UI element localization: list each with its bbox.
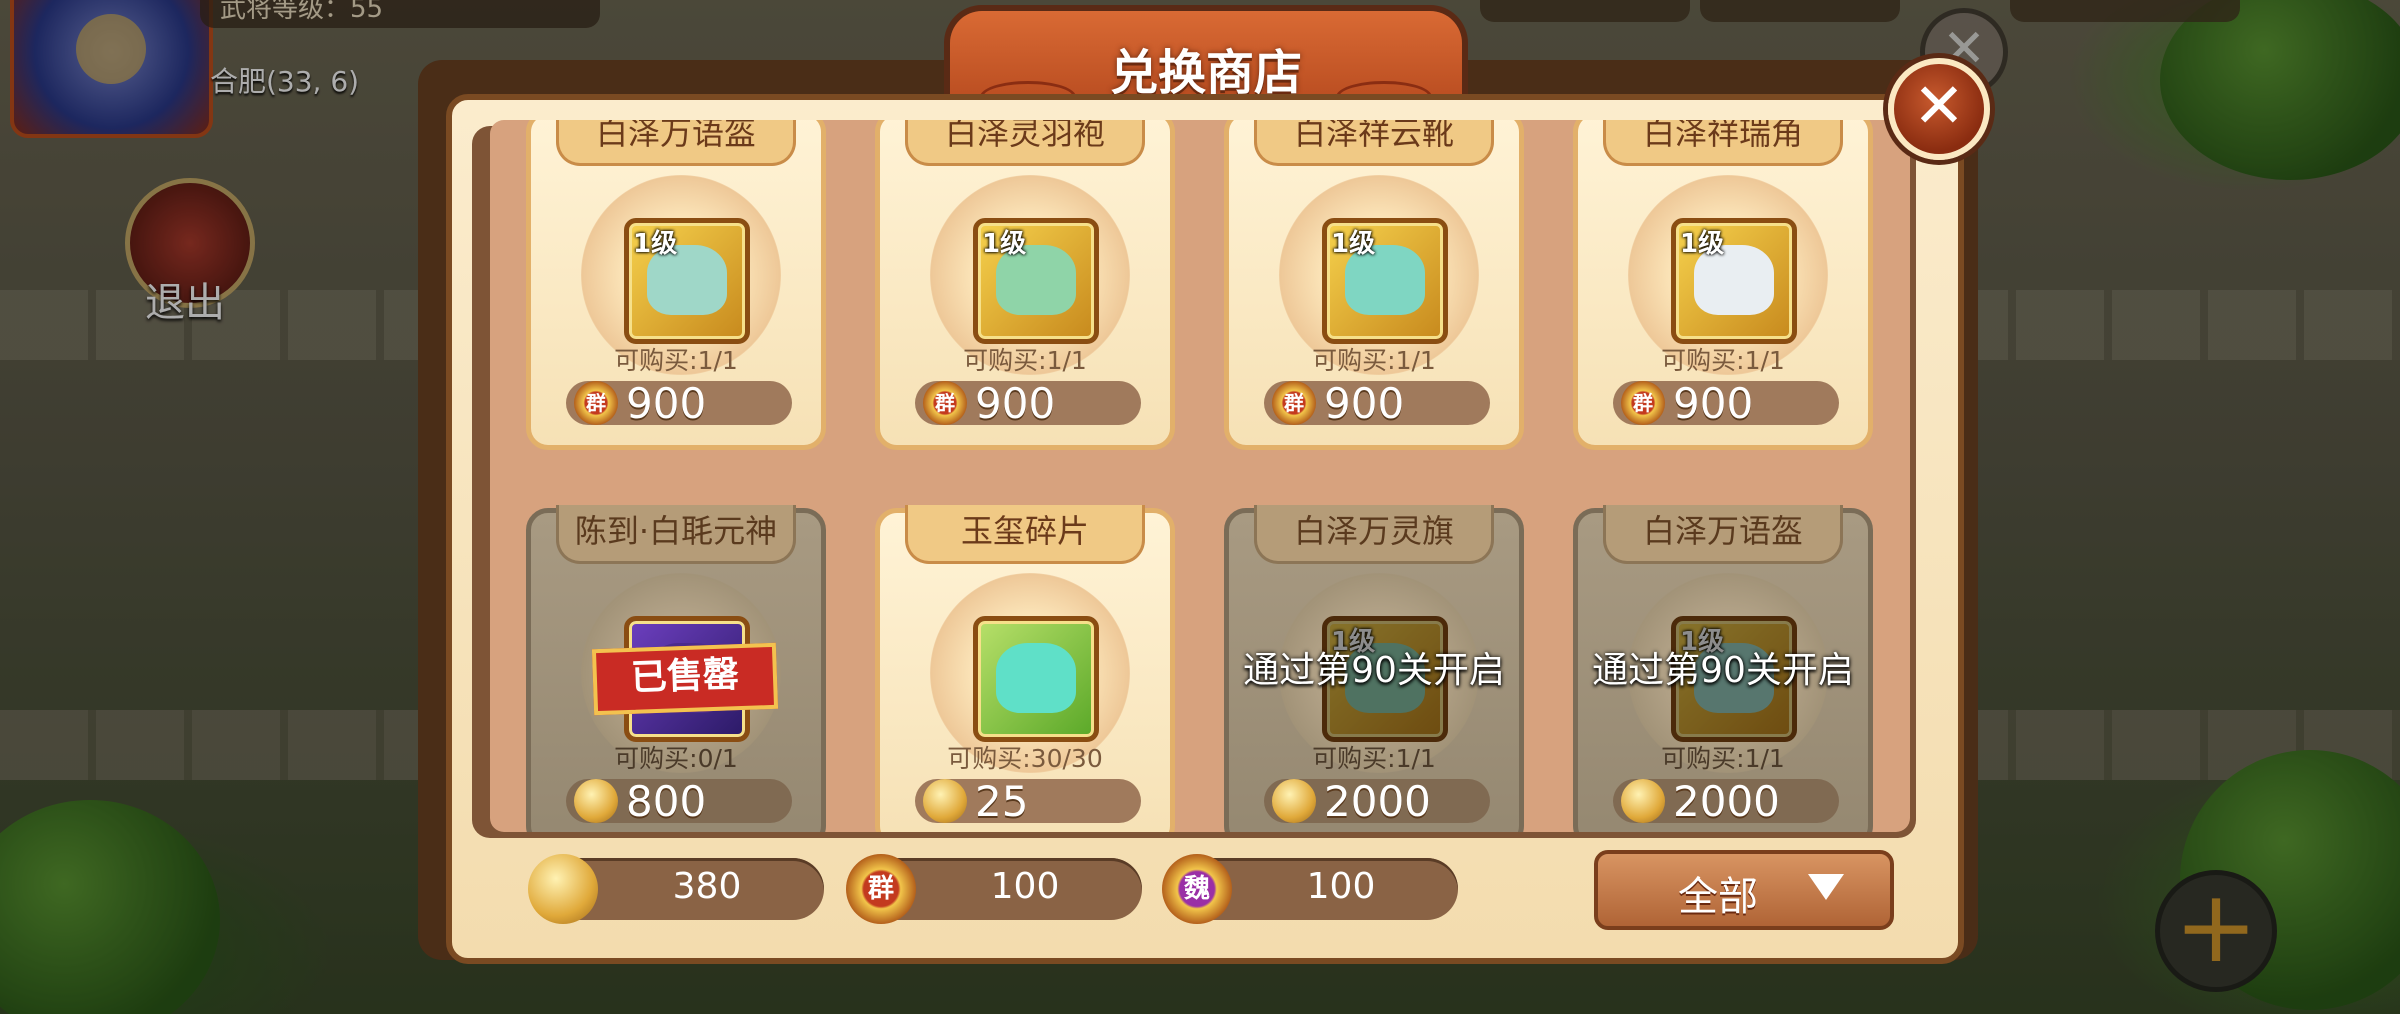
silver-coin-icon (1621, 779, 1665, 823)
wei-coin-icon: 魏 (1162, 854, 1232, 924)
currency-value: 380 (672, 866, 742, 907)
item-name: 白泽万语盔 (556, 120, 796, 166)
shop-item-card[interactable]: 1级 白泽万语盔 可购买:1/1 群 900 (526, 120, 826, 450)
price-value: 900 (1673, 379, 1754, 428)
qun-coin-icon: 群 (1621, 381, 1665, 425)
price-value: 900 (975, 379, 1056, 428)
helmet-icon: 1级 (624, 218, 750, 344)
sold-out-badge: 已售罄 (591, 642, 779, 716)
unlock-requirement: 通过第90关开启 (1243, 650, 1505, 691)
purchase-limit: 可购买:30/30 (947, 744, 1103, 773)
qun-coin-icon: 群 (846, 854, 916, 924)
jade-seal-fragment-icon (973, 616, 1099, 742)
currency-value: 100 (990, 866, 1060, 907)
item-name: 白泽灵羽袍 (905, 120, 1145, 166)
silver-coin-icon (923, 779, 967, 823)
price-value: 900 (1324, 379, 1405, 428)
price-button[interactable]: 群 900 (915, 379, 1141, 428)
shop-item-card[interactable]: 1级 通过第90关开启 白泽万灵旗 可购买:1/1 2000 (1224, 505, 1524, 832)
currency-qun: 群 100 (846, 854, 1142, 924)
qun-coin-icon: 群 (574, 381, 618, 425)
qun-coin-icon: 群 (923, 381, 967, 425)
currency-value: 100 (1306, 866, 1376, 907)
close-button[interactable]: ✕ (1888, 58, 1990, 160)
purchase-limit: 可购买:1/1 (1312, 346, 1436, 375)
currency-silver: 380 (528, 854, 824, 924)
price-button[interactable]: 800 (566, 777, 792, 826)
item-name: 陈到·白毦元神 (556, 505, 796, 564)
filter-dropdown[interactable]: 全部 (1594, 850, 1894, 930)
price-value: 2000 (1324, 777, 1431, 826)
horn-icon: 1级 (1671, 218, 1797, 344)
price-button[interactable]: 25 (915, 777, 1141, 826)
price-button[interactable]: 群 900 (566, 379, 792, 428)
shop-item-card[interactable]: 已售罄 陈到·白毦元神 可购买:0/1 800 (526, 505, 826, 832)
purchase-limit: 可购买:1/1 (614, 346, 738, 375)
robe-icon: 1级 (973, 218, 1099, 344)
silver-coin-icon (574, 779, 618, 823)
shop-item-card[interactable]: 玉玺碎片 可购买:30/30 25 (875, 505, 1175, 832)
unlock-requirement: 通过第90关开启 (1592, 650, 1854, 691)
purchase-limit: 可购买:1/1 (1661, 744, 1785, 773)
boots-icon: 1级 (1322, 218, 1448, 344)
price-button[interactable]: 群 900 (1613, 379, 1839, 428)
qun-coin-icon: 群 (1272, 381, 1316, 425)
shop-item-card[interactable]: 1级 白泽祥瑞角 可购买:1/1 群 900 (1573, 120, 1873, 450)
shop-item-card[interactable]: 1级 白泽灵羽袍 可购买:1/1 群 900 (875, 120, 1175, 450)
item-name: 玉玺碎片 (905, 505, 1145, 564)
price-button[interactable]: 2000 (1264, 777, 1490, 826)
item-level: 1级 (982, 229, 1027, 259)
purchase-limit: 可购买:1/1 (1661, 346, 1785, 375)
item-name: 白泽祥瑞角 (1603, 120, 1843, 166)
silver-coin-icon (528, 854, 598, 924)
price-button[interactable]: 2000 (1613, 777, 1839, 826)
purchase-limit: 可购买:0/1 (614, 744, 738, 773)
price-button[interactable]: 群 900 (1264, 379, 1490, 428)
purchase-limit: 可购买:1/1 (963, 346, 1087, 375)
filter-label: 全部 (1678, 874, 1758, 920)
item-level: 1级 (633, 229, 678, 259)
price-value: 25 (975, 777, 1029, 826)
shop-item-card[interactable]: 1级 通过第90关开启 白泽万语盔 可购买:1/1 2000 (1573, 505, 1873, 832)
silver-coin-icon (1272, 779, 1316, 823)
shop-item-card[interactable]: 1级 白泽祥云靴 可购买:1/1 群 900 (1224, 120, 1524, 450)
price-value: 800 (626, 777, 707, 826)
item-level: 1级 (1331, 229, 1376, 259)
price-value: 2000 (1673, 777, 1780, 826)
item-art (996, 643, 1076, 713)
item-level: 1级 (1680, 229, 1725, 259)
chevron-down-icon (1808, 874, 1844, 900)
purchase-limit: 可购买:1/1 (1312, 744, 1436, 773)
item-name: 白泽万语盔 (1603, 505, 1843, 564)
price-value: 900 (626, 379, 707, 428)
item-name: 白泽祥云靴 (1254, 120, 1494, 166)
item-grid[interactable]: 1级 白泽万语盔 可购买:1/1 群 900 1级 白泽灵羽袍 可购买:1/1 … (490, 120, 1910, 832)
currency-wei: 魏 100 (1162, 854, 1458, 924)
item-name: 白泽万灵旗 (1254, 505, 1494, 564)
